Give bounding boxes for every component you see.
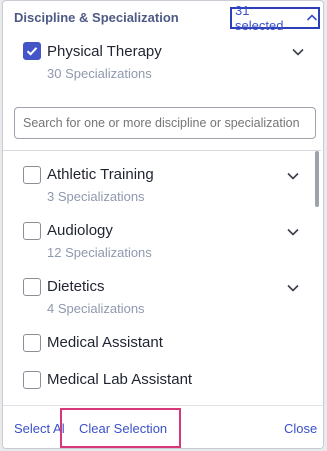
list-item-athletic-training[interactable]: Athletic Training 3 Specializations [3, 163, 313, 207]
item-sublabel: 4 Specializations [47, 301, 145, 316]
close-button[interactable]: Close [284, 421, 317, 436]
chevron-up-icon [306, 12, 318, 24]
panel-title: Discipline & Specialization [14, 10, 179, 25]
checkbox[interactable] [23, 222, 41, 240]
panel-header: Discipline & Specialization 31 selected [3, 1, 323, 35]
scrollbar-thumb[interactable] [315, 151, 319, 207]
checkbox[interactable] [23, 371, 41, 389]
selected-discipline-physical-therapy[interactable]: Physical Therapy 30 Specializations [3, 39, 323, 89]
discipline-list: Athletic Training 3 Specializations Audi… [3, 151, 321, 403]
list-item-medical-lab-assistant[interactable]: Medical Lab Assistant [3, 369, 313, 395]
chevron-down-icon[interactable] [286, 169, 300, 183]
item-label: Medical Lab Assistant [47, 371, 193, 388]
checkbox[interactable] [23, 334, 41, 352]
item-sublabel: 3 Specializations [47, 189, 145, 204]
list-item-audiology[interactable]: Audiology 12 Specializations [3, 219, 313, 263]
chevron-down-icon[interactable] [286, 225, 300, 239]
item-label: Medical Assistant [47, 334, 163, 351]
item-sublabel: 30 Specializations [47, 66, 152, 81]
checkmark-icon [26, 47, 38, 56]
panel-footer: Select All Clear Selection Close [3, 405, 323, 448]
item-sublabel: 12 Specializations [47, 245, 152, 260]
item-label: Physical Therapy [47, 43, 162, 60]
search-input[interactable] [14, 107, 316, 139]
item-label: Audiology [47, 222, 113, 239]
checkbox[interactable] [23, 166, 41, 184]
selected-count-label: 31 selected [235, 3, 284, 33]
selected-count-toggle[interactable]: 31 selected [230, 3, 320, 33]
chevron-down-icon[interactable] [291, 45, 305, 59]
list-item-dietetics[interactable]: Dietetics 4 Specializations [3, 275, 313, 319]
list-item-medical-assistant[interactable]: Medical Assistant [3, 332, 313, 358]
item-label: Athletic Training [47, 166, 154, 183]
chevron-down-icon[interactable] [286, 281, 300, 295]
clear-selection-button[interactable]: Clear Selection [79, 421, 167, 436]
discipline-filter-panel: Discipline & Specialization 31 selected … [2, 0, 324, 449]
checkbox-physical-therapy[interactable] [23, 42, 41, 60]
checkbox[interactable] [23, 278, 41, 296]
select-all-button[interactable]: Select All [14, 421, 64, 436]
item-label: Dietetics [47, 278, 105, 295]
